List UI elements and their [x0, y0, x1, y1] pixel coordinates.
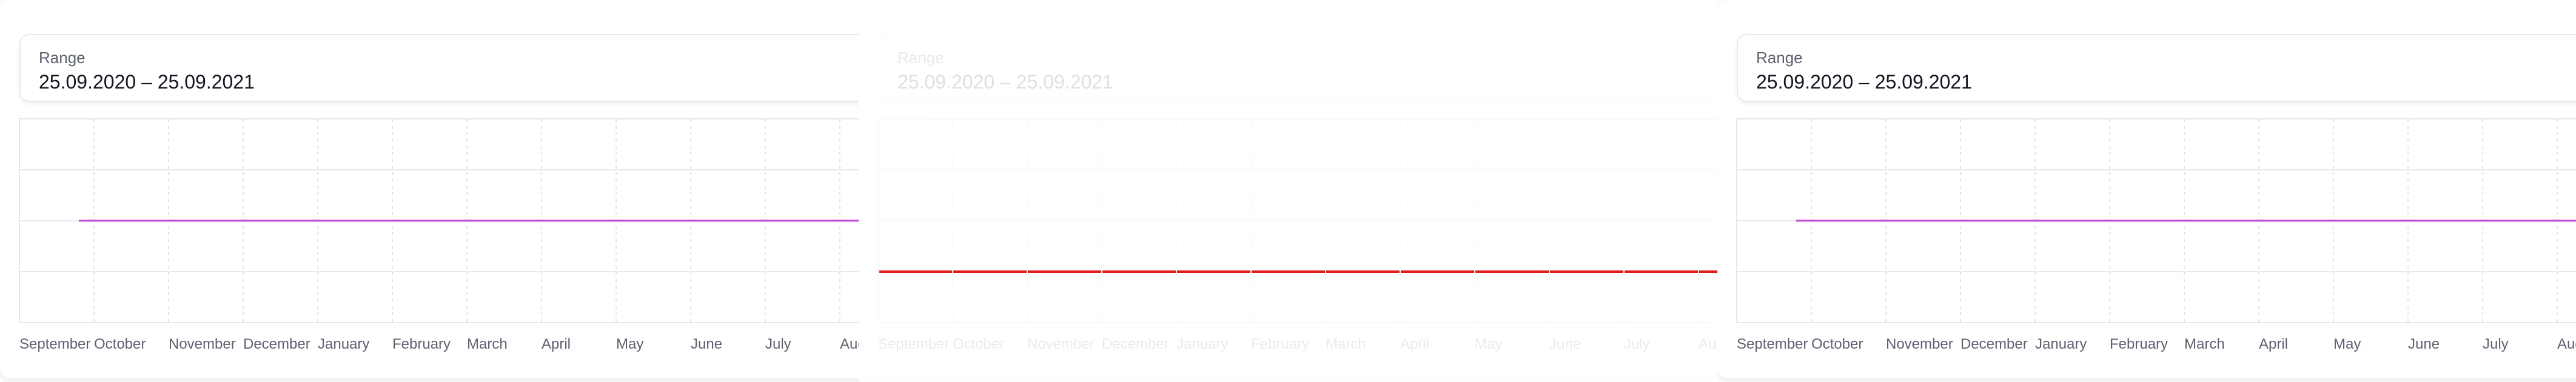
x-tick-label: June: [1549, 336, 1581, 352]
x-tick-label: January: [1176, 336, 1228, 352]
x-tick-label: March: [1326, 336, 1366, 352]
x-tick-label: May: [616, 336, 643, 352]
x-tick-label: August: [840, 336, 859, 352]
x-tick-label: January: [2035, 336, 2087, 352]
x-tick-label: June: [2408, 336, 2440, 352]
x-tick-label: June: [691, 336, 722, 352]
x-tick-label: March: [2184, 336, 2225, 352]
x-tick-label: December: [243, 336, 310, 352]
x-tick-label: March: [467, 336, 508, 352]
x-tick-label: February: [1251, 336, 1309, 352]
chart-panel-1: Range 25.09.2020 – 25.09.2021 September O…: [0, 0, 859, 382]
x-tick-label: October: [94, 336, 146, 352]
chart-panel-3: Range 25.09.2020 – 25.09.2021 September O…: [1717, 0, 2576, 382]
x-tick-label: October: [953, 336, 1004, 352]
x-tick-label: November: [1886, 336, 1953, 352]
x-tick-label: April: [2259, 336, 2288, 352]
x-tick-labels: September October November December January F…: [878, 336, 1717, 352]
x-tick-label: May: [1475, 336, 1502, 352]
x-tick-label: February: [2110, 336, 2168, 352]
chart-grid: [877, 118, 1717, 323]
x-tick-label: October: [1811, 336, 1863, 352]
x-tick-label: November: [1027, 336, 1095, 352]
x-tick-label: September: [878, 336, 949, 352]
x-tick-label: September: [1737, 336, 1808, 352]
x-tick-label: April: [542, 336, 571, 352]
line-chart: September October November December January F…: [1736, 118, 2576, 352]
x-tick-label: September: [19, 336, 90, 352]
x-tick-label: July: [2483, 336, 2509, 352]
x-tick-label: May: [2333, 336, 2361, 352]
x-tick-label: November: [169, 336, 236, 352]
x-tick-label: February: [392, 336, 451, 352]
x-tick-labels: September October November December January F…: [1737, 336, 2576, 352]
chart-panel-2: Range 25.09.2020 – 25.09.2021 September O…: [859, 0, 1717, 382]
line-chart: September October November December January F…: [19, 118, 859, 352]
x-tick-label: August: [1699, 336, 1717, 352]
x-tick-label: December: [1102, 336, 1169, 352]
x-tick-label: January: [318, 336, 369, 352]
x-tick-label: July: [765, 336, 791, 352]
x-tick-label: December: [1961, 336, 2028, 352]
x-tick-label: April: [1400, 336, 1429, 352]
x-tick-labels: September October November December January F…: [19, 336, 859, 352]
x-tick-label: July: [1624, 336, 1650, 352]
x-tick-label: August: [2557, 336, 2576, 352]
line-chart: September October November December January F…: [877, 118, 1717, 352]
